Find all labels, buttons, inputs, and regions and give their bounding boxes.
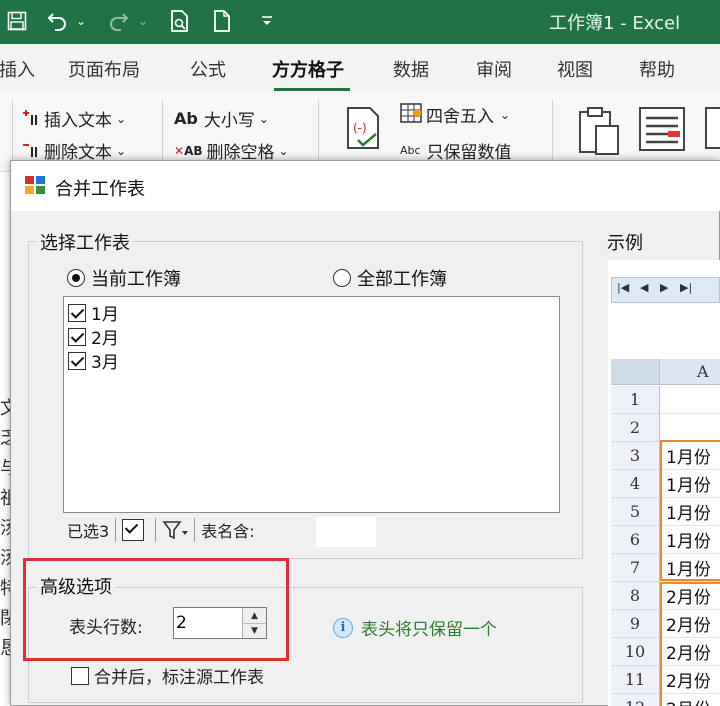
select-all-toggle[interactable] xyxy=(122,519,145,541)
mark-source-checkbox[interactable]: 合并后，标注源工作表 xyxy=(71,663,264,688)
nav-prev-icon: ◀ xyxy=(640,281,649,294)
info-icon: i xyxy=(333,617,353,638)
clipboard-icon[interactable] xyxy=(576,104,622,156)
row-number: 8 xyxy=(611,582,660,610)
merge-sheets-icon xyxy=(25,176,45,194)
round-button[interactable]: 四舍五入 ⌄ xyxy=(400,102,510,127)
nav-first-icon: |◀ xyxy=(617,281,630,294)
ribbon-tabs: 插入 页面布局 公式 方方格子 数据 审阅 视图 帮助 xyxy=(0,44,720,92)
row-number: 11 xyxy=(611,666,660,694)
tab-view[interactable]: 视图 xyxy=(557,56,593,82)
sheet-list-toolbar: 已选3 表名含: xyxy=(63,513,560,547)
example-cell xyxy=(660,414,720,442)
ribbon-separator xyxy=(552,100,553,164)
row-number: 10 xyxy=(611,638,660,666)
header-rows-input[interactable] xyxy=(176,610,238,636)
radio-current-workbook[interactable]: 当前工作簿 xyxy=(67,265,181,291)
chevron-down-icon: ⌄ xyxy=(116,143,127,158)
list-item[interactable]: 3月 xyxy=(68,348,119,373)
selected-count: 已选3 xyxy=(67,522,110,541)
radio-current-dot xyxy=(67,269,85,287)
radio-all-dot xyxy=(333,269,351,287)
tab-page-layout[interactable]: 页面布局 xyxy=(68,56,140,82)
row-number: 6 xyxy=(611,526,660,554)
row-number: 3 xyxy=(611,442,660,470)
ribbon-separator xyxy=(318,100,319,164)
column-a-label: A xyxy=(697,362,709,381)
chevron-down-icon: ⌄ xyxy=(278,143,289,158)
ribbon-separator xyxy=(12,100,13,164)
window-title: 工作簿1 - Excel xyxy=(549,13,681,34)
case-button[interactable]: Ab 大小写 ⌄ xyxy=(174,106,269,131)
row-number: 12 xyxy=(611,694,660,706)
insert-text-icon xyxy=(22,108,40,130)
name-contains-label: 表名含: xyxy=(201,522,255,541)
tab-fangfang[interactable]: 方方格子 xyxy=(272,56,344,82)
sheet-nav-bar: |◀ ◀ ▶ ▶| xyxy=(611,277,720,303)
header-rows-stepper[interactable]: ▲ ▼ xyxy=(173,607,267,639)
dialog-title-bar: 合并工作表 xyxy=(11,161,720,211)
title-bar: ⌄ ⌄ 工作簿1 - Excel xyxy=(0,0,720,44)
sheet-checkbox[interactable] xyxy=(68,327,86,346)
select-sheets-caption: 选择工作表 xyxy=(37,229,133,255)
header-rows-label: 表头行数: xyxy=(69,618,143,638)
redo-icon[interactable] xyxy=(104,6,134,36)
tab-data[interactable]: 数据 xyxy=(393,56,429,82)
example-column-header: A xyxy=(611,359,720,385)
row-number: 4 xyxy=(611,470,660,498)
stepper-up-icon[interactable]: ▲ xyxy=(243,608,266,623)
tab-help[interactable]: 帮助 xyxy=(639,56,675,82)
compare-icon[interactable]: (-) xyxy=(344,104,384,152)
new-file-icon[interactable] xyxy=(206,6,238,36)
delete-spaces-icon: ✕AB xyxy=(174,143,203,158)
sheet-checkbox[interactable] xyxy=(68,351,86,370)
chevron-down-icon: ⌄ xyxy=(500,107,511,122)
round-icon xyxy=(400,102,422,127)
chevron-down-icon: ⌄ xyxy=(258,111,269,126)
row-number: 5 xyxy=(611,498,660,526)
ribbon-separator xyxy=(162,100,163,164)
svg-text:(-): (-) xyxy=(353,121,367,135)
header-info: i 表头将只保留一个 xyxy=(333,615,497,640)
insert-text-button[interactable]: 插入文本 ⌄ xyxy=(22,106,126,131)
case-icon: Ab xyxy=(174,109,198,128)
tab-insert[interactable]: 插入 xyxy=(0,56,35,82)
mark-source-box[interactable] xyxy=(71,666,89,685)
nav-next-icon: ▶ xyxy=(660,281,669,294)
dialog-title: 合并工作表 xyxy=(55,179,145,200)
example-cell xyxy=(660,386,720,414)
more-tools-icon[interactable] xyxy=(702,106,720,152)
undo-dropdown-icon[interactable]: ⌄ xyxy=(74,6,88,36)
sheet-checkbox[interactable] xyxy=(68,303,86,322)
select-all-corner xyxy=(611,359,660,384)
filter-icon[interactable] xyxy=(162,519,189,541)
chevron-down-icon: ⌄ xyxy=(116,111,127,126)
example-caption: 示例 xyxy=(604,229,646,255)
nav-last-icon: ▶| xyxy=(680,281,693,294)
jan-rows-highlight xyxy=(660,440,720,581)
feb-rows-highlight xyxy=(660,582,720,706)
active-tab-indicator xyxy=(274,88,350,91)
undo-icon[interactable] xyxy=(42,6,72,36)
keep-numbers-icon: Abc xyxy=(400,144,421,157)
save-icon[interactable] xyxy=(0,6,34,36)
tab-review[interactable]: 审阅 xyxy=(476,56,512,82)
delete-text-icon xyxy=(22,140,40,162)
radio-all-workbooks[interactable]: 全部工作簿 xyxy=(333,265,447,291)
table-tool-icon[interactable] xyxy=(638,106,686,152)
print-preview-icon[interactable] xyxy=(164,6,196,36)
list-item[interactable]: 1月 xyxy=(68,300,119,325)
redo-dropdown-icon[interactable]: ⌄ xyxy=(136,6,150,36)
row-number: 7 xyxy=(611,554,660,582)
row-number: 1 xyxy=(611,386,660,414)
row-number: 2 xyxy=(611,414,660,442)
row-number: 9 xyxy=(611,610,660,638)
stepper-down-icon[interactable]: ▼ xyxy=(243,623,266,638)
tab-formulas[interactable]: 公式 xyxy=(190,56,226,82)
sheet-list[interactable]: 1月 2月 3月 xyxy=(63,296,560,513)
list-item[interactable]: 2月 xyxy=(68,324,119,349)
name-contains-input[interactable] xyxy=(316,517,376,547)
customize-qat-icon[interactable] xyxy=(256,6,278,36)
